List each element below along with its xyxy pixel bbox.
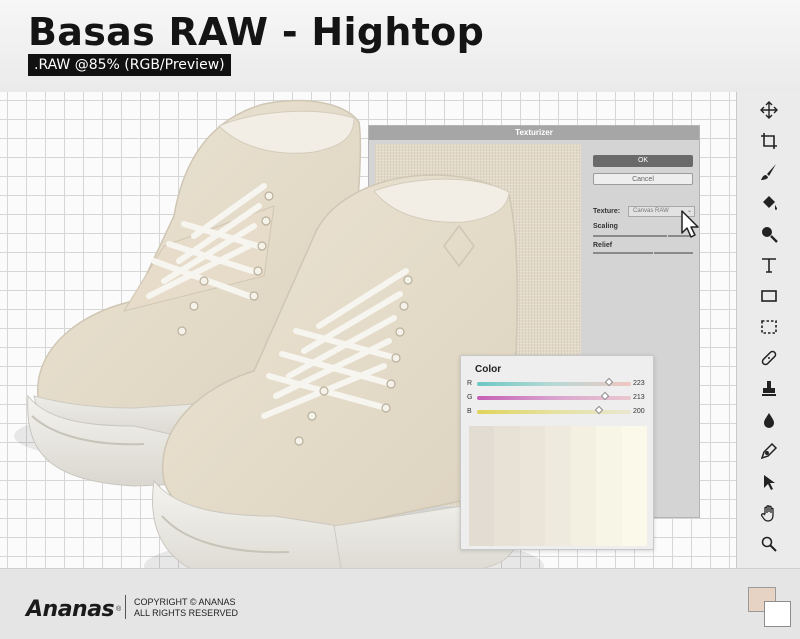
registered-mark: ® <box>116 606 122 613</box>
channel-b-knob[interactable] <box>594 405 603 415</box>
zoom-magnifier-icon[interactable] <box>757 222 781 246</box>
color-panel: Color R 223 G 213 B 200 <box>460 355 654 550</box>
pen-icon[interactable] <box>757 439 781 463</box>
move-icon[interactable] <box>757 98 781 122</box>
channel-g-slider[interactable] <box>477 391 631 401</box>
texture-label: Texture: <box>593 208 621 215</box>
document-mode-badge: .RAW @85% (RGB/Preview) <box>28 54 231 76</box>
footer-divider <box>125 595 126 619</box>
channel-r-slider[interactable] <box>477 377 631 387</box>
color-swatch[interactable] <box>596 426 622 546</box>
marquee-select-icon[interactable] <box>757 315 781 339</box>
channel-r-knob[interactable] <box>605 377 614 387</box>
channel-g-label: G <box>467 394 473 401</box>
healing-bandage-icon[interactable] <box>757 346 781 370</box>
copyright-line-2: ALL RIGHTS RESERVED <box>134 608 239 618</box>
color-swatch[interactable] <box>519 426 546 546</box>
hand-icon[interactable] <box>757 501 781 525</box>
drop-icon[interactable] <box>757 408 781 432</box>
color-swatch[interactable] <box>621 426 647 546</box>
type-icon[interactable] <box>757 253 781 277</box>
color-panel-title: Color <box>475 364 502 375</box>
document-header: Basas RAW - Hightop .RAW @85% (RGB/Previ… <box>0 0 800 92</box>
swatch-strip <box>469 426 647 546</box>
footer: Ananas ® COPYRIGHT © ANANAS ALL RIGHTS R… <box>0 568 800 639</box>
channel-b-value: 200 <box>633 408 645 415</box>
color-swatch[interactable] <box>469 426 495 546</box>
rectangle-icon[interactable] <box>757 284 781 308</box>
ok-button[interactable]: OK <box>593 155 693 167</box>
copyright-line-1: COPYRIGHT © ANANAS <box>134 597 236 607</box>
scaling-label: Scaling <box>593 223 618 230</box>
relief-label: Relief <box>593 242 613 249</box>
color-swatch[interactable] <box>494 426 520 546</box>
channel-b-slider[interactable] <box>477 405 631 415</box>
crop-icon[interactable] <box>757 129 781 153</box>
cancel-button[interactable]: Cancel <box>593 173 693 185</box>
copyright-text: COPYRIGHT © ANANAS ALL RIGHTS RESERVED <box>134 597 238 619</box>
background-color-swatch[interactable] <box>764 601 791 627</box>
channel-g-knob[interactable] <box>600 391 610 401</box>
channel-g-value: 213 <box>633 394 645 401</box>
stamp-icon[interactable] <box>757 377 781 401</box>
mouse-cursor-icon <box>681 210 699 238</box>
channel-r-label: R <box>467 380 473 387</box>
texture-select-value: Canvas RAW <box>633 208 669 214</box>
pointer-icon[interactable] <box>757 470 781 494</box>
document-title: Basas RAW - Hightop <box>28 10 485 54</box>
zoom-icon[interactable] <box>757 532 781 556</box>
color-swatch[interactable] <box>570 426 597 546</box>
brand-logo: Ananas <box>26 597 115 622</box>
paint-bucket-icon[interactable] <box>757 191 781 215</box>
relief-slider[interactable] <box>593 250 693 256</box>
scaling-slider[interactable] <box>593 233 693 239</box>
channel-r-value: 223 <box>633 380 645 387</box>
color-swatch[interactable] <box>545 426 571 546</box>
channel-b-label: B <box>467 408 472 415</box>
tools-panel <box>736 92 800 568</box>
brush-icon[interactable] <box>757 160 781 184</box>
